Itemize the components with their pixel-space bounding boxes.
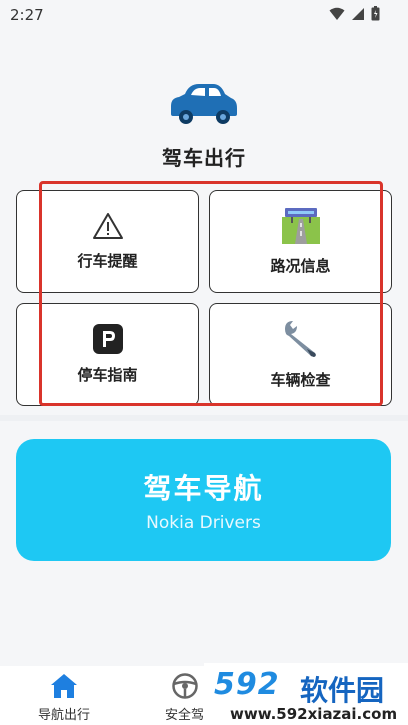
home-icon [51,674,77,698]
card-vehicle-check[interactable]: 车辆检查 [209,303,392,406]
watermark-logo: 592 [214,667,280,702]
card-label: 行车提醒 [77,252,138,270]
card-driving-reminder[interactable]: 行车提醒 [16,190,199,293]
nav-button-subtitle: Nokia Drivers [146,513,261,533]
status-time: 2:27 [10,6,44,24]
nav-button-title: 驾车导航 [143,472,264,505]
card-label: 停车指南 [77,366,138,384]
tab-label: 导航出行 [38,708,91,723]
card-parking-guide[interactable]: 停车指南 [16,303,199,406]
parking-icon [92,324,123,354]
watermark-url: www.592xiazai.com [230,705,398,723]
warning-icon [92,213,123,239]
road-icon [281,208,320,244]
watermark-title: 软件园 [300,674,385,707]
section-divider [0,415,408,421]
card-label: 车辆检查 [270,371,331,389]
hero-section: 驾车出行 [0,80,408,171]
signal-icon [352,7,364,20]
tab-safe-driving[interactable]: 安全驾 [165,672,204,723]
watermark: 592 软件园 www.592xiazai.com [204,663,408,725]
status-bar: 2:27 [0,0,408,30]
steering-wheel-icon [171,673,198,699]
drive-navigation-button[interactable]: 驾车导航 Nokia Drivers [16,439,391,561]
tab-navigation-travel[interactable]: 导航出行 [38,672,90,723]
wifi-icon [329,7,345,20]
wrench-icon [284,321,316,357]
page-title: 驾车出行 [162,146,246,170]
card-label: 路况信息 [270,257,331,275]
car-icon [171,84,237,124]
battery-icon [371,6,380,21]
card-traffic-info[interactable]: 路况信息 [209,190,392,293]
tab-label: 安全驾 [165,708,205,723]
status-icons [329,6,380,21]
